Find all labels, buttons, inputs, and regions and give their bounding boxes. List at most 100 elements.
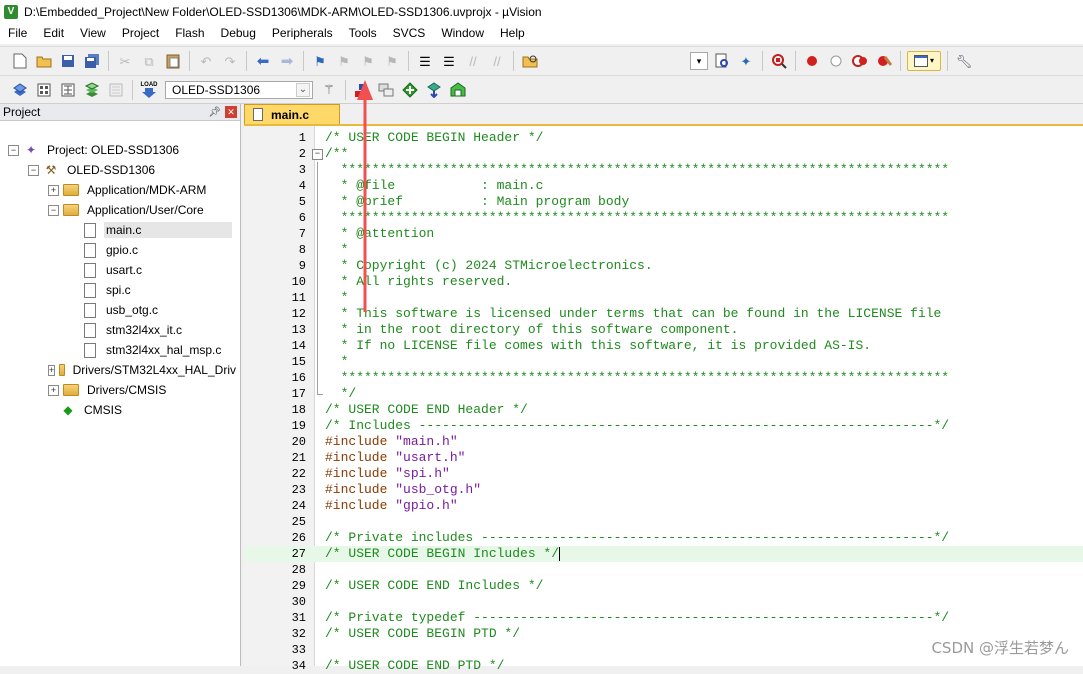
tree-file-usart-c[interactable]: usart.c <box>84 260 144 280</box>
build-icon[interactable] <box>34 80 54 100</box>
bookmark-next-icon[interactable]: ⚑ <box>358 51 378 71</box>
insert-breakpoint-icon[interactable] <box>802 51 822 71</box>
fold-guide <box>312 290 322 306</box>
include-header-string: "main.h" <box>395 434 458 449</box>
line-number: 13 <box>291 323 306 337</box>
manage-project-items-icon[interactable] <box>352 80 372 100</box>
menu-tools[interactable]: Tools <box>341 23 385 44</box>
menu-flash[interactable]: Flash <box>167 23 212 44</box>
collapse-icon[interactable]: − <box>48 204 59 216</box>
code-area[interactable]: 1/* USER CODE BEGIN Header */2−/** 3 ****… <box>244 126 1083 673</box>
indent-icon[interactable]: ☰ <box>415 51 435 71</box>
bookmark-clear-icon[interactable]: ⚑ <box>382 51 402 71</box>
stop-build-icon[interactable] <box>106 80 126 100</box>
pack-installer-icon[interactable] <box>424 80 444 100</box>
menu-svcs[interactable]: SVCS <box>385 23 434 44</box>
find-combo-dropdown[interactable]: ▾ <box>690 52 708 70</box>
redo-icon[interactable]: ↷ <box>220 51 240 71</box>
translate-file-icon[interactable] <box>10 80 30 100</box>
fold-guide <box>312 386 323 402</box>
code-text: * <box>325 242 349 258</box>
undo-icon[interactable]: ↶ <box>196 51 216 71</box>
target-select[interactable]: OLED-SSD1306 ⌄ <box>165 80 313 99</box>
code-text-content: * If no LICENSE file comes with this sof… <box>325 338 872 353</box>
menu-help[interactable]: Help <box>492 23 533 44</box>
bookmark-insert-icon[interactable]: ⚑ <box>310 51 330 71</box>
pin-icon[interactable]: 📌︎ <box>208 107 221 118</box>
kill-all-breakpoints-icon[interactable] <box>874 51 894 71</box>
line-number: 24 <box>291 499 306 513</box>
start-debug-icon[interactable] <box>769 51 789 71</box>
collapse-icon[interactable]: − <box>8 144 19 156</box>
code-line: 7 * @attention <box>244 226 1083 242</box>
tree-item-target[interactable]: − ⚒ OLED-SSD1306 <box>28 160 157 180</box>
copy-icon[interactable]: ⧉ <box>139 51 159 71</box>
configure-tools-icon[interactable]: 🔧︎ <box>954 51 974 71</box>
manage-rte-icon[interactable] <box>400 80 420 100</box>
tree-file-gpio-c[interactable]: gpio.c <box>84 240 140 260</box>
batch-build-icon[interactable] <box>82 80 102 100</box>
save-icon[interactable] <box>58 51 78 71</box>
find-icon[interactable] <box>712 51 732 71</box>
line-number: 9 <box>298 259 306 273</box>
menu-view[interactable]: View <box>72 23 114 44</box>
expand-icon[interactable]: + <box>48 364 56 376</box>
fold-guide <box>312 210 322 226</box>
collapse-icon[interactable]: − <box>28 164 39 176</box>
unindent-icon[interactable]: ☰ <box>439 51 459 71</box>
cut-icon[interactable]: ✂ <box>115 51 135 71</box>
preprocessor-keyword: #include <box>325 450 396 465</box>
c-file-icon <box>84 282 96 298</box>
menu-file[interactable]: File <box>0 23 35 44</box>
comment-icon[interactable]: // <box>463 51 483 71</box>
options-for-target-icon[interactable]: ⚚ <box>319 80 339 100</box>
menu-peripherals[interactable]: Peripherals <box>264 23 341 44</box>
tree-file-spi-c[interactable]: spi.c <box>84 280 133 300</box>
incremental-find-icon[interactable]: ✦ <box>736 51 756 71</box>
tab-main-c[interactable]: main.c <box>244 104 340 124</box>
paste-icon[interactable] <box>163 51 183 71</box>
tree-file-it-c[interactable]: stm32l4xx_it.c <box>84 320 184 340</box>
save-all-icon[interactable] <box>82 51 102 71</box>
fold-toggle-icon[interactable]: − <box>312 146 323 162</box>
menu-project[interactable]: Project <box>114 23 167 44</box>
download-load-icon[interactable]: LOAD <box>139 80 159 100</box>
line-number: 33 <box>291 643 306 657</box>
code-text-content: * This software is licensed under terms … <box>325 306 942 321</box>
tree-file-hal-msp-c[interactable]: stm32l4xx_hal_msp.c <box>84 340 223 360</box>
code-text-content: /** <box>325 146 349 161</box>
tree-item-cmsis-component[interactable]: ◆ CMSIS <box>62 400 124 420</box>
tree-item-group-cmsis[interactable]: + Drivers/CMSIS <box>48 380 168 400</box>
enable-breakpoint-icon[interactable] <box>826 51 846 71</box>
menu-window[interactable]: Window <box>433 23 492 44</box>
disable-all-breakpoints-icon[interactable] <box>850 51 870 71</box>
uncomment-icon[interactable]: // <box>487 51 507 71</box>
navigate-forward-icon[interactable]: ➡ <box>277 51 297 71</box>
line-number: 34 <box>291 659 306 673</box>
open-folder-icon[interactable] <box>34 51 54 71</box>
code-text: */ <box>325 386 357 402</box>
tree-item-group-user-core[interactable]: − Application/User/Core <box>48 200 206 220</box>
find-in-files-icon[interactable] <box>520 51 540 71</box>
menu-debug[interactable]: Debug <box>213 23 264 44</box>
code-text-content: /* USER CODE END Header */ <box>325 402 528 417</box>
close-icon[interactable]: ✕ <box>225 106 237 118</box>
tree-file-main-c[interactable]: main.c <box>84 220 232 240</box>
tree-file-usb-otg-c[interactable]: usb_otg.c <box>84 300 160 320</box>
menu-edit[interactable]: Edit <box>35 23 72 44</box>
expand-icon[interactable]: + <box>48 384 59 396</box>
tree-item-group-hal-driver[interactable]: + Drivers/STM32L4xx_HAL_Driv <box>48 360 238 380</box>
fold-guide <box>312 338 322 354</box>
new-file-icon[interactable] <box>10 51 30 71</box>
rebuild-icon[interactable] <box>58 80 78 100</box>
tree-item-group-mdk-arm[interactable]: + Application/MDK-ARM <box>48 180 208 200</box>
navigate-back-icon[interactable]: ⬅ <box>253 51 273 71</box>
window-layout-icon[interactable]: ▾ <box>907 51 941 71</box>
code-text-content: /* USER CODE BEGIN Includes */ <box>325 546 560 561</box>
select-software-packs-icon[interactable] <box>448 80 468 100</box>
bookmark-prev-icon[interactable]: ⚑ <box>334 51 354 71</box>
tree-item-project[interactable]: − ✦ Project: OLED-SSD1306 <box>8 140 181 160</box>
select-packs-icon[interactable] <box>376 80 396 100</box>
expand-icon[interactable]: + <box>48 184 59 196</box>
code-line: 22 #include "spi.h" <box>244 466 1083 482</box>
